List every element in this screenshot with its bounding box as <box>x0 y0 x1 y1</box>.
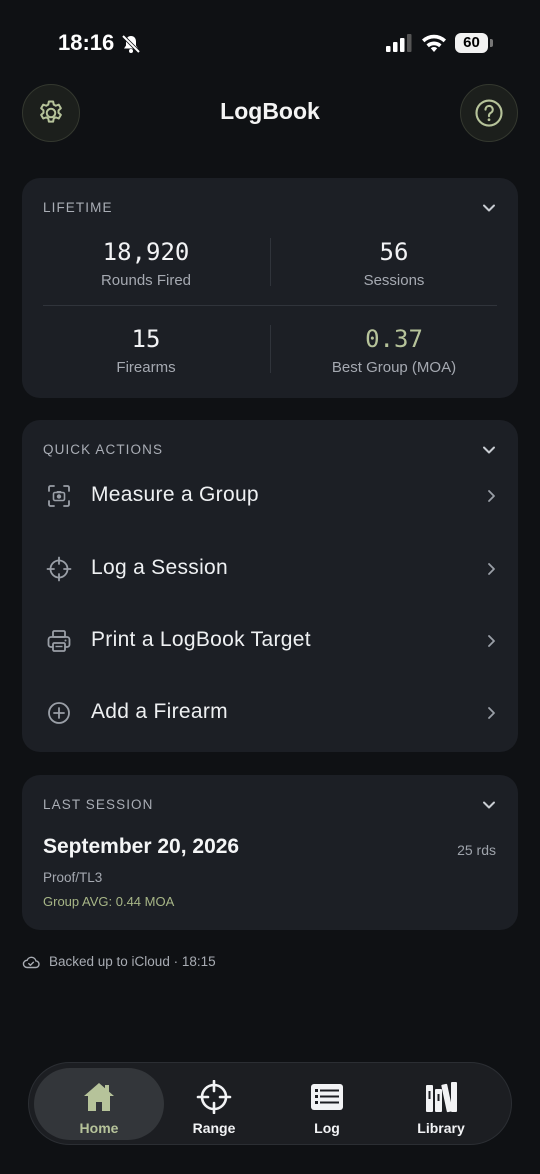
tab-range[interactable]: Range <box>149 1068 279 1140</box>
stat-best-group: 0.37 Best Group (MOA) <box>270 325 518 376</box>
tab-bar: Home Range Log Library <box>28 1062 512 1145</box>
cloud-check-icon <box>22 956 40 969</box>
session-ammo: Proof/TL3 <box>43 870 103 885</box>
session-date: September 20, 2026 <box>43 835 240 858</box>
stat-value: 15 <box>131 325 161 353</box>
tab-home[interactable]: Home <box>34 1068 164 1140</box>
backup-text: Backed up to iCloud · 18:15 <box>49 954 216 969</box>
stat-firearms: 15 Firearms <box>22 325 270 376</box>
add-firearm-action[interactable]: Add a Firearm <box>22 677 518 749</box>
tab-log[interactable]: Log <box>262 1068 392 1140</box>
action-label: Print a LogBook Target <box>91 628 311 651</box>
chevron-down-icon[interactable] <box>480 199 498 217</box>
status-bar: 18:16 60 <box>0 0 540 84</box>
log-session-action[interactable]: Log a Session <box>22 533 518 605</box>
status-time: 18:16 <box>58 30 115 55</box>
help-button[interactable] <box>460 84 518 142</box>
action-label: Log a Session <box>91 556 228 579</box>
camera-frame-icon <box>48 485 70 507</box>
tab-label: Log <box>314 1120 340 1136</box>
stat-sessions: 56 Sessions <box>270 238 518 289</box>
stat-rounds-fired: 18,920 Rounds Fired <box>22 238 270 289</box>
print-target-action[interactable]: Print a LogBook Target <box>22 605 518 677</box>
stat-label: Best Group (MOA) <box>331 359 457 376</box>
battery-indicator: 60 <box>455 33 493 53</box>
measure-group-action[interactable]: Measure a Group <box>22 460 518 532</box>
stat-value: 56 <box>379 238 409 266</box>
chevron-down-icon[interactable] <box>480 796 498 814</box>
action-label: Add a Firearm <box>91 700 228 723</box>
list-icon <box>311 1084 343 1110</box>
quick-actions-heading: QUICK ACTIONS <box>43 442 164 457</box>
session-rounds: 25 rds <box>457 842 496 858</box>
house-icon <box>84 1083 114 1111</box>
page-title: LogBook <box>220 98 320 124</box>
last-session-card[interactable]: LAST SESSION September 20, 2026 25 rds P… <box>22 775 518 930</box>
tab-label: Home <box>79 1120 119 1136</box>
lifetime-heading: LIFETIME <box>43 200 113 215</box>
plus-circle-icon <box>48 702 70 724</box>
stat-value: 0.37 <box>365 325 423 353</box>
chevron-right-icon <box>488 635 495 647</box>
tab-library[interactable]: Library <box>376 1068 506 1140</box>
tab-label: Range <box>192 1120 236 1136</box>
printer-icon <box>47 630 71 652</box>
stat-value: 18,920 <box>102 238 190 266</box>
chevron-right-icon <box>488 563 495 575</box>
chevron-right-icon <box>488 490 495 502</box>
wifi-icon <box>422 34 446 52</box>
stat-label: Firearms <box>116 359 176 376</box>
divider <box>43 305 497 306</box>
battery-cap <box>490 39 493 47</box>
books-icon <box>426 1082 457 1113</box>
lifetime-card: LIFETIME 18,920 Rounds Fired 56 Sessions… <box>22 178 518 398</box>
action-label: Measure a Group <box>91 483 259 506</box>
session-group-avg: Group AVG: 0.44 MOA <box>43 894 175 909</box>
tab-label: Library <box>417 1120 465 1136</box>
crosshair-icon <box>196 1080 232 1114</box>
last-session-heading: LAST SESSION <box>43 797 154 812</box>
stat-label: Sessions <box>363 272 425 289</box>
crosshair-icon <box>46 556 72 582</box>
stat-label: Rounds Fired <box>100 272 192 289</box>
question-circle-icon <box>475 99 503 127</box>
quick-actions-card: QUICK ACTIONS Measure a Group Log a Sess… <box>22 420 518 752</box>
bell-muted-icon <box>121 34 141 54</box>
battery-level: 60 <box>455 33 488 53</box>
cellular-signal-icon <box>386 34 412 52</box>
chevron-right-icon <box>488 707 495 719</box>
chevron-down-icon[interactable] <box>480 441 498 459</box>
